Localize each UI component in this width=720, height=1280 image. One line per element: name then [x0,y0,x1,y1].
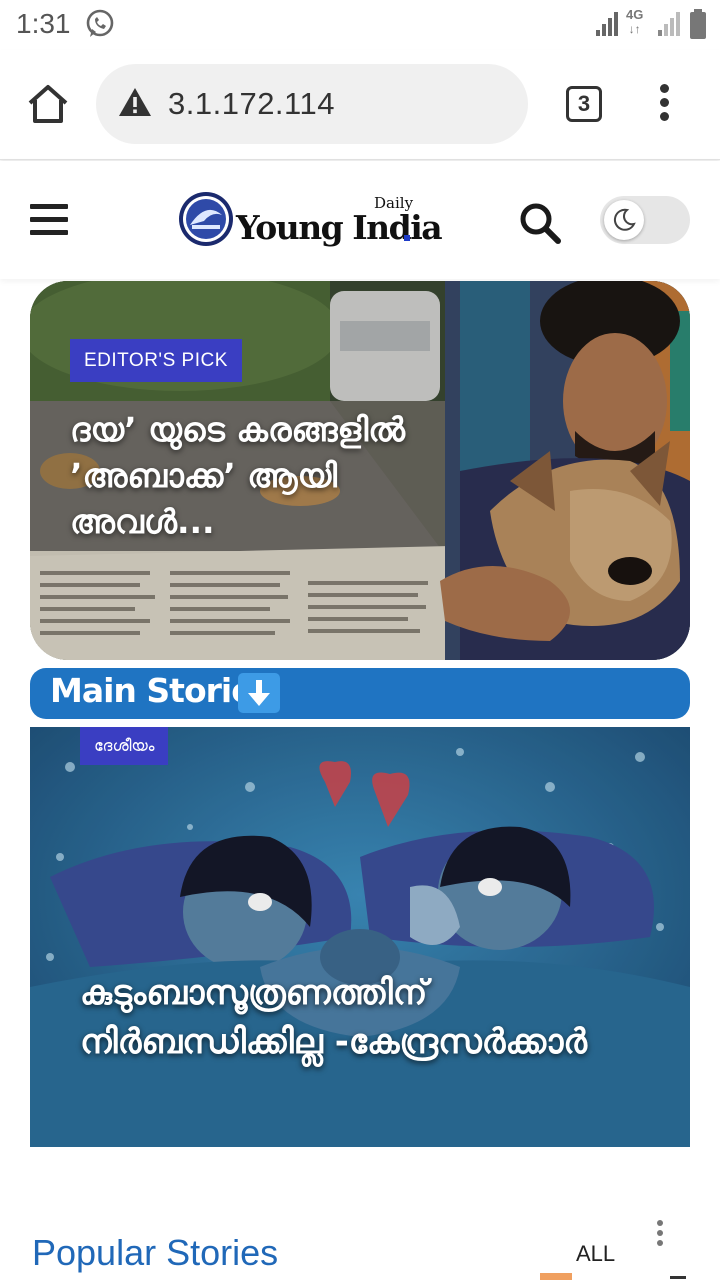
whatsapp-icon [86,9,114,37]
search-icon[interactable] [518,201,562,245]
main-story-title[interactable]: കുടുംബാസൂത്രണത്തിന് നിർബന്ധിക്കില്ല -കേന… [80,969,640,1067]
address-bar[interactable]: 3.1.172.114 [96,64,528,144]
main-story-image [30,727,690,1147]
overflow-menu-icon[interactable] [652,84,676,128]
main-story-card[interactable]: ദേശീയം കുടുംബാസൂത്രണത്തിന് നിർബന്ധിക്കില… [30,727,690,1147]
battery-icon [690,9,706,39]
browser-toolbar: 3.1.172.114 3 [0,50,720,160]
network-type-label: 4G ↓↑ [626,7,644,37]
toggle-knob [604,200,644,240]
popular-dash [670,1276,686,1279]
signal-icon [658,12,680,36]
dark-mode-toggle[interactable] [600,196,690,244]
logo-dot [404,235,410,241]
status-time: 1:31 [16,8,71,39]
home-icon[interactable] [26,82,70,126]
category-badge[interactable]: ദേശീയം [80,727,169,765]
logo-emblem [179,192,233,246]
main-stories-header: Main Stories [30,668,690,719]
tab-count: 3 [577,91,591,116]
url-text[interactable]: 3.1.172.114 [168,86,335,122]
logo-name-text: Young India [236,208,443,247]
hamburger-menu-icon[interactable] [30,204,68,238]
editors-pick-badge[interactable]: EDITOR'S PICK [70,339,242,382]
editors-pick-title[interactable]: ദയ’ യുടെ കരങ്ങളിൽ ’അബാക്ക’ ആയി അവൾ... [70,407,430,545]
popular-stories-heading: Popular Stories [32,1232,279,1273]
editors-pick-card[interactable]: EDITOR'S PICK ദയ’ യുടെ കരങ്ങളിൽ ’അബാക്ക’… [30,281,690,660]
popular-filter-all[interactable]: ALL [576,1241,615,1267]
site-header: Daily Young India [0,161,720,279]
popular-thumbnail[interactable] [540,1273,572,1280]
tabs-icon[interactable]: 3 [566,86,602,122]
status-bar: 1:31 4G ↓↑ [0,0,720,50]
popular-more-icon[interactable] [654,1220,666,1250]
moon-icon [613,208,636,231]
warning-icon[interactable] [118,86,152,118]
down-arrow-emoji-icon [238,673,280,713]
site-logo[interactable]: Daily Young India [178,191,443,251]
signal-icon [596,12,618,36]
